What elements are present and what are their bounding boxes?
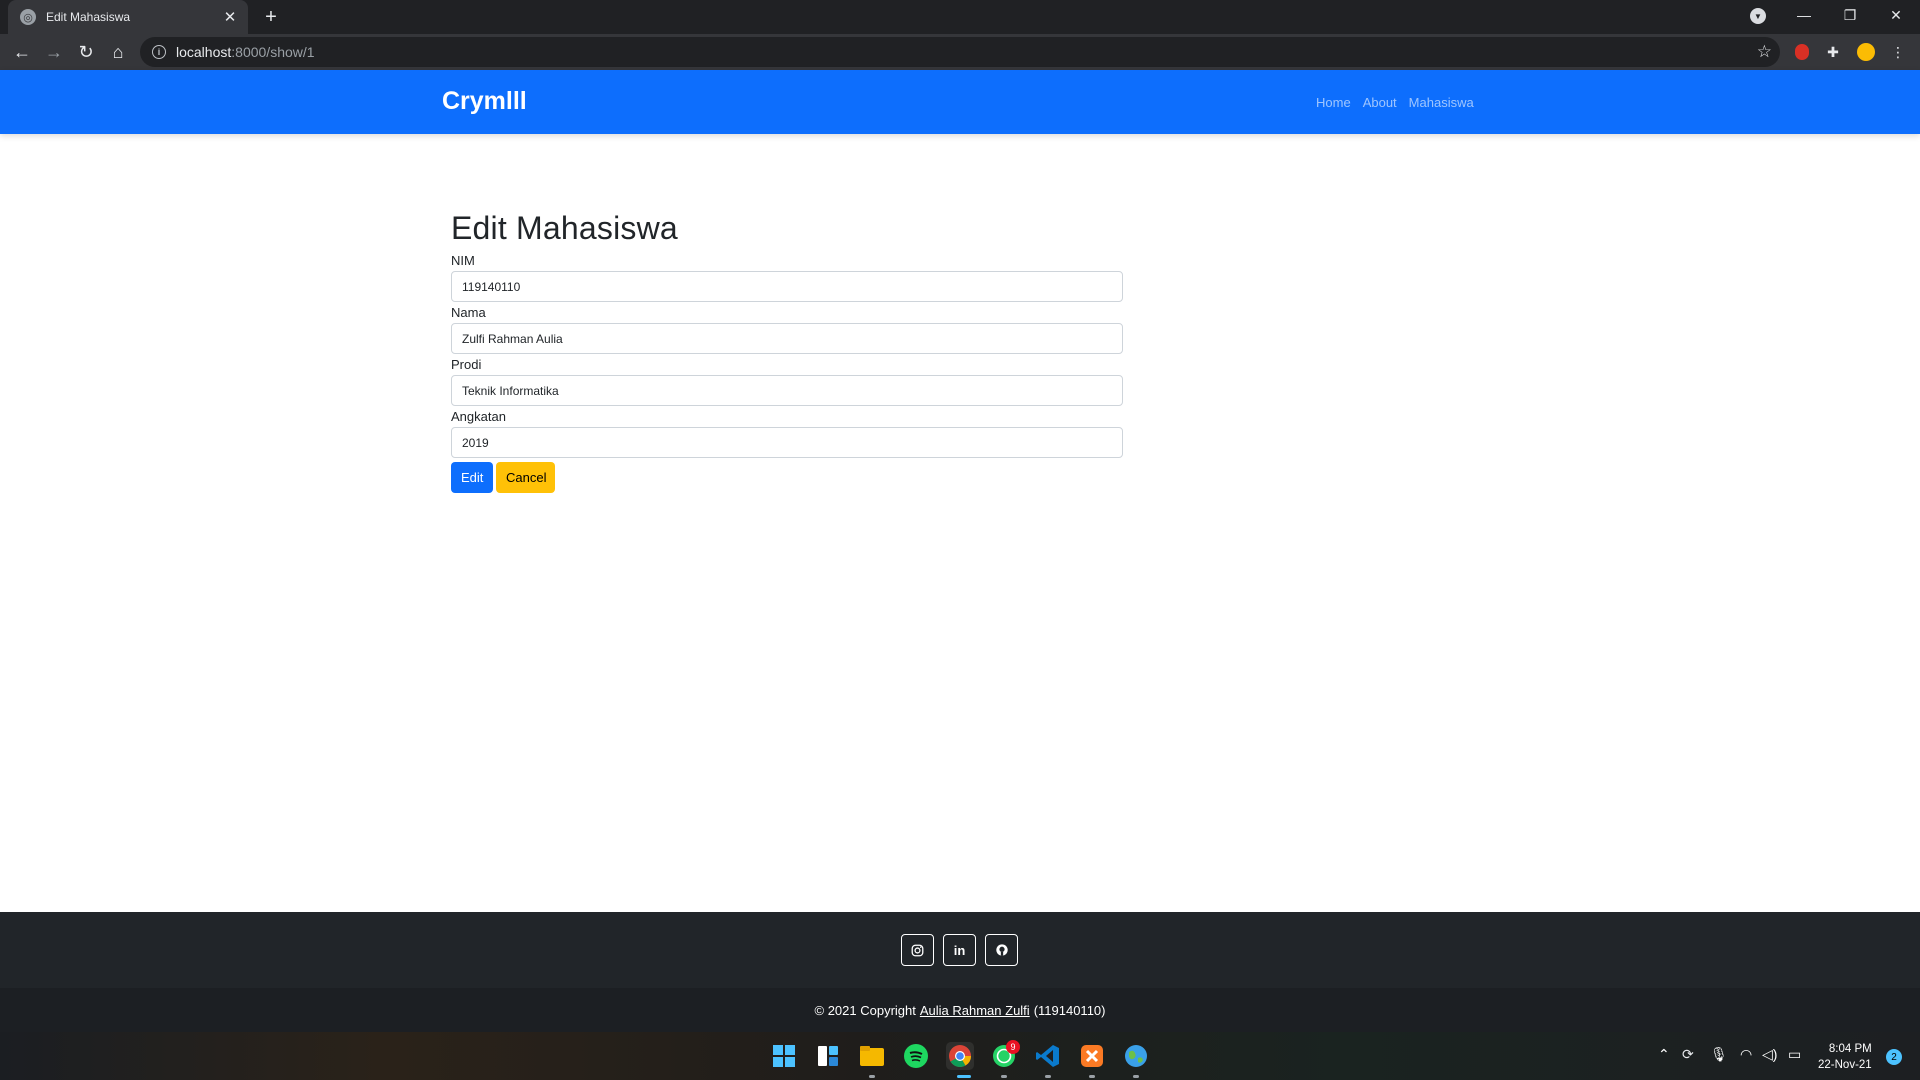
new-tab-button[interactable]: + [258, 4, 284, 30]
footer-copyright: © 2021 Copyright Aulia Rahman Zulfi (119… [0, 988, 1920, 1032]
site-info-icon[interactable]: i [152, 45, 166, 59]
author-nim: (119140110) [1033, 1002, 1106, 1018]
edit-form: Edit Mahasiswa NIM Nama Prodi Angkatan E… [451, 210, 1123, 493]
tab-search-icon[interactable]: ▼ [1750, 8, 1766, 24]
profile-avatar-icon[interactable] [1856, 42, 1876, 62]
prodi-label: Prodi [451, 357, 482, 372]
edit-button[interactable]: Edit [451, 462, 493, 493]
restore-icon[interactable]: ❐ [1828, 0, 1872, 30]
tab-close-icon[interactable]: ✕ [222, 8, 238, 26]
tab-title: Edit Mahasiswa [46, 10, 131, 24]
bookmark-star-icon[interactable]: ☆ [1757, 42, 1772, 62]
whatsapp-badge: 9 [1006, 1040, 1020, 1054]
browser-tabstrip: ◎ Edit Mahasiswa ✕ + ▼ — ❐ ✕ [0, 0, 1920, 34]
clock-date: 22-Nov-21 [1818, 1059, 1872, 1071]
widgets-icon[interactable] [814, 1042, 842, 1070]
chrome-icon[interactable] [946, 1042, 974, 1070]
nav-link-mahasiswa[interactable]: Mahasiswa [1409, 95, 1474, 110]
nama-label: Nama [451, 305, 486, 320]
taskbar-clock[interactable]: 8:04 PM 22-Nov-21 [1818, 1041, 1872, 1073]
reload-icon[interactable]: ↻ [72, 38, 100, 66]
linkedin-icon[interactable]: in [943, 934, 976, 966]
windows-start-icon[interactable] [770, 1042, 798, 1070]
microphone-icon[interactable]: 🎙︎ [1710, 1046, 1728, 1063]
vscode-running-indicator [1045, 1075, 1051, 1078]
extensions-puzzle-icon[interactable]: ✚ [1823, 42, 1843, 62]
wifi-icon[interactable]: ◠ [1740, 1046, 1752, 1063]
nav-link-home[interactable]: Home [1316, 95, 1351, 110]
angkatan-label: Angkatan [451, 409, 506, 424]
nim-label: NIM [451, 253, 475, 268]
globe-running-indicator [1133, 1075, 1139, 1078]
vscode-icon[interactable] [1034, 1042, 1062, 1070]
sync-icon[interactable]: ⟳ [1682, 1046, 1694, 1063]
back-arrow-icon[interactable]: ← [8, 38, 36, 66]
minimize-icon[interactable]: — [1782, 0, 1826, 30]
home-icon[interactable]: ⌂ [104, 38, 132, 66]
globe-icon: ◎ [20, 9, 36, 25]
footer-social: in [0, 912, 1920, 988]
battery-icon[interactable]: ▭ [1788, 1046, 1801, 1063]
chrome-menu-icon[interactable]: ⋮ [1888, 42, 1908, 62]
cancel-button[interactable]: Cancel [496, 462, 555, 493]
github-icon[interactable] [985, 934, 1018, 966]
extension-red-icon[interactable] [1792, 42, 1812, 62]
notification-count[interactable]: 2 [1886, 1049, 1902, 1065]
nama-input[interactable] [451, 323, 1123, 354]
browser-toolbar: ← → ↻ ⌂ i localhost :8000/show/1 ☆ ✚ ⋮ [0, 34, 1920, 70]
nav-links: Home About Mahasiswa [1316, 95, 1474, 110]
xampp-icon[interactable] [1078, 1042, 1106, 1070]
prodi-input[interactable] [451, 375, 1123, 406]
browser-globe-icon[interactable] [1122, 1042, 1150, 1070]
address-bar[interactable]: i localhost :8000/show/1 ☆ [140, 37, 1780, 67]
url-host: localhost [176, 44, 232, 60]
url-path: :8000/show/1 [231, 44, 315, 60]
brand-logo[interactable]: Crymlll [442, 87, 527, 116]
chrome-active-indicator [957, 1075, 971, 1078]
forward-arrow-icon[interactable]: → [40, 38, 68, 66]
windows-taskbar: 9 ⌃ ⟳ 🎙︎ ◠ ◁) ▭ 8:04 PM 22-Nov-21 2 [0, 1032, 1920, 1080]
form-actions: Edit Cancel [451, 462, 1123, 493]
nav-link-about[interactable]: About [1363, 95, 1397, 110]
browser-tab[interactable]: ◎ Edit Mahasiswa ✕ [8, 0, 248, 34]
clock-time: 8:04 PM [1828, 1043, 1872, 1055]
whatsapp-running-indicator [1001, 1075, 1007, 1078]
close-window-icon[interactable]: ✕ [1874, 0, 1918, 30]
site-navbar: Crymlll Home About Mahasiswa [0, 70, 1920, 134]
angkatan-input[interactable] [451, 427, 1123, 458]
volume-icon[interactable]: ◁) [1762, 1046, 1777, 1063]
explorer-running-indicator [869, 1075, 875, 1078]
spotify-icon[interactable] [902, 1042, 930, 1070]
tray-overflow-chevron-icon[interactable]: ⌃ [1658, 1046, 1670, 1063]
copyright-text: © 2021 Copyright [814, 1002, 916, 1018]
nim-input[interactable] [451, 271, 1123, 302]
instagram-icon[interactable] [901, 934, 934, 966]
file-explorer-icon[interactable] [858, 1042, 886, 1070]
page-title: Edit Mahasiswa [451, 210, 678, 246]
author-link[interactable]: Aulia Rahman Zulfi [920, 1003, 1030, 1018]
xampp-running-indicator [1089, 1075, 1095, 1078]
